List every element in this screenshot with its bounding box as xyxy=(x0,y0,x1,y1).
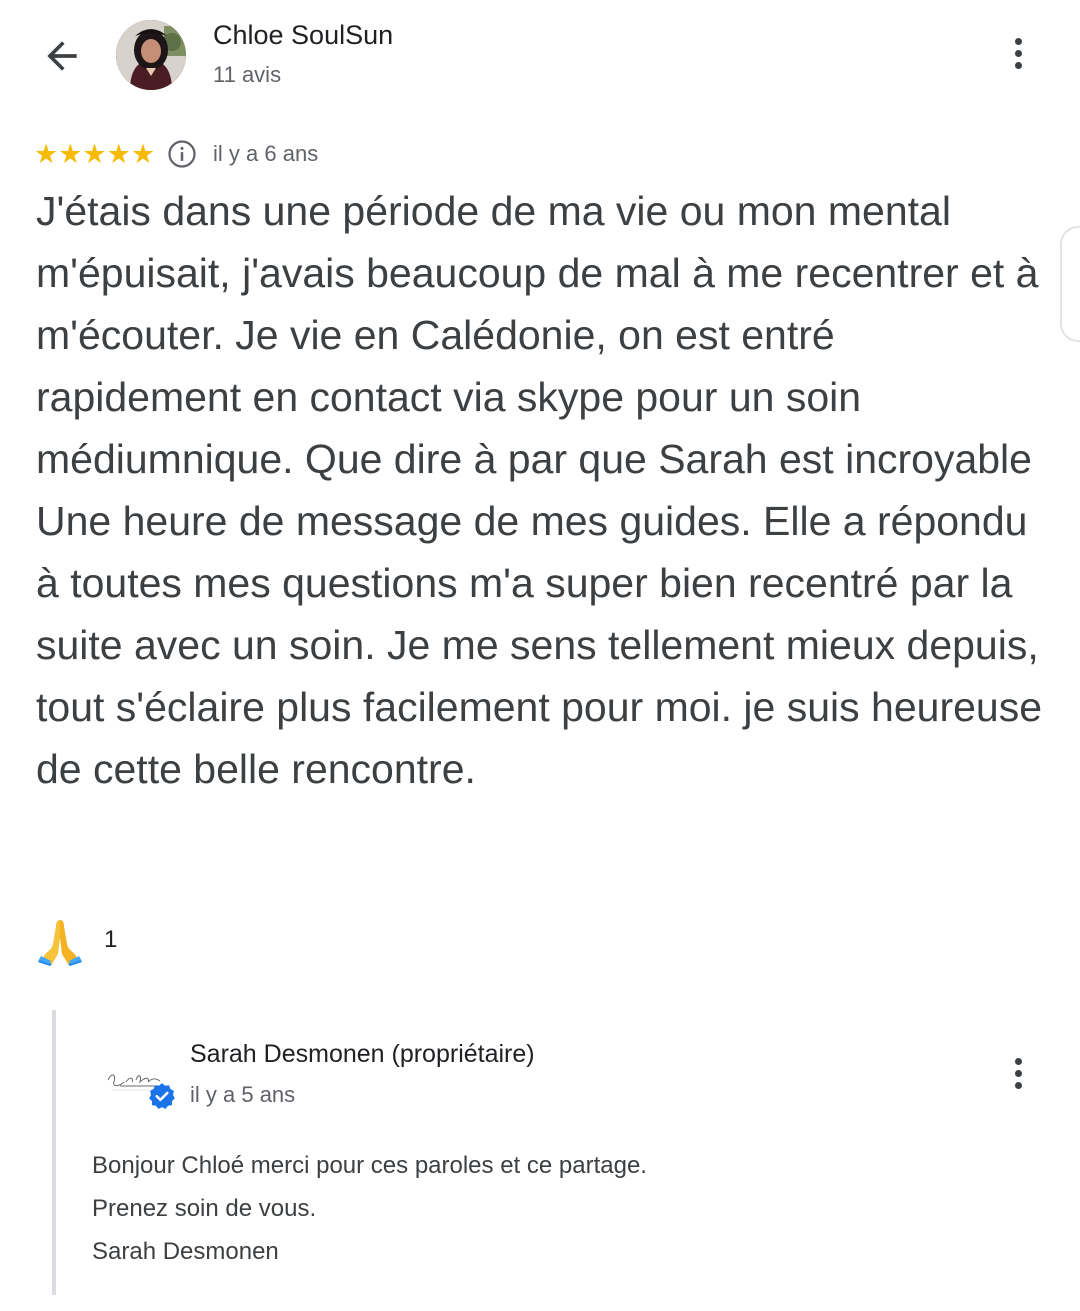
back-button[interactable] xyxy=(36,30,88,82)
rating-row: ★★★★★ il y a 6 ans xyxy=(34,136,318,172)
verified-badge-icon xyxy=(149,1083,175,1109)
owner-name: Sarah Desmonen (propriétaire) xyxy=(190,1040,535,1068)
avatar-image xyxy=(116,20,186,90)
info-icon xyxy=(168,140,196,168)
more-vert-icon-dot xyxy=(1014,1081,1022,1089)
owner-reply-text: Bonjour Chloé merci pour ces paroles et … xyxy=(92,1144,647,1273)
reviewer-review-count: 11 avis xyxy=(213,62,282,87)
arrow-back-icon xyxy=(47,41,77,71)
info-button[interactable] xyxy=(167,139,197,169)
review-text: J'étais dans une période de ma vie ou mo… xyxy=(36,188,1043,792)
folded-hands-emoji xyxy=(38,920,82,966)
reviewer-name[interactable]: Chloe SoulSun xyxy=(213,20,393,51)
star-rating: ★★★★★ xyxy=(34,141,155,168)
reaction-count: 1 xyxy=(104,926,118,953)
more-vert-icon xyxy=(1014,37,1022,45)
owner-reply-line: Bonjour Chloé merci pour ces paroles et … xyxy=(92,1152,647,1179)
owner-reply-options-button[interactable] xyxy=(998,1048,1038,1098)
owner-reply-line: Sarah Desmonen xyxy=(92,1238,279,1265)
owner-reply-age: il y a 5 ans xyxy=(190,1082,296,1107)
side-panel-handle[interactable] xyxy=(1060,226,1080,342)
review-age: il y a 6 ans xyxy=(213,141,319,166)
reviewer-avatar[interactable] xyxy=(116,20,186,90)
reaction-button[interactable]: 1 xyxy=(36,914,117,966)
more-vert-icon-dot xyxy=(1014,61,1022,69)
more-vert-icon-dot xyxy=(1014,49,1022,57)
more-vert-icon-dot xyxy=(1014,1069,1022,1077)
owner-reply: Sarah Desmonen (propriétaire) il y a 5 a… xyxy=(52,1010,1056,1295)
star-rating-stars: ★★★★★ xyxy=(34,138,156,170)
more-options-button[interactable] xyxy=(998,28,1038,78)
more-vert-icon xyxy=(1014,1057,1022,1065)
owner-reply-line: Prenez soin de vous. xyxy=(92,1195,317,1222)
